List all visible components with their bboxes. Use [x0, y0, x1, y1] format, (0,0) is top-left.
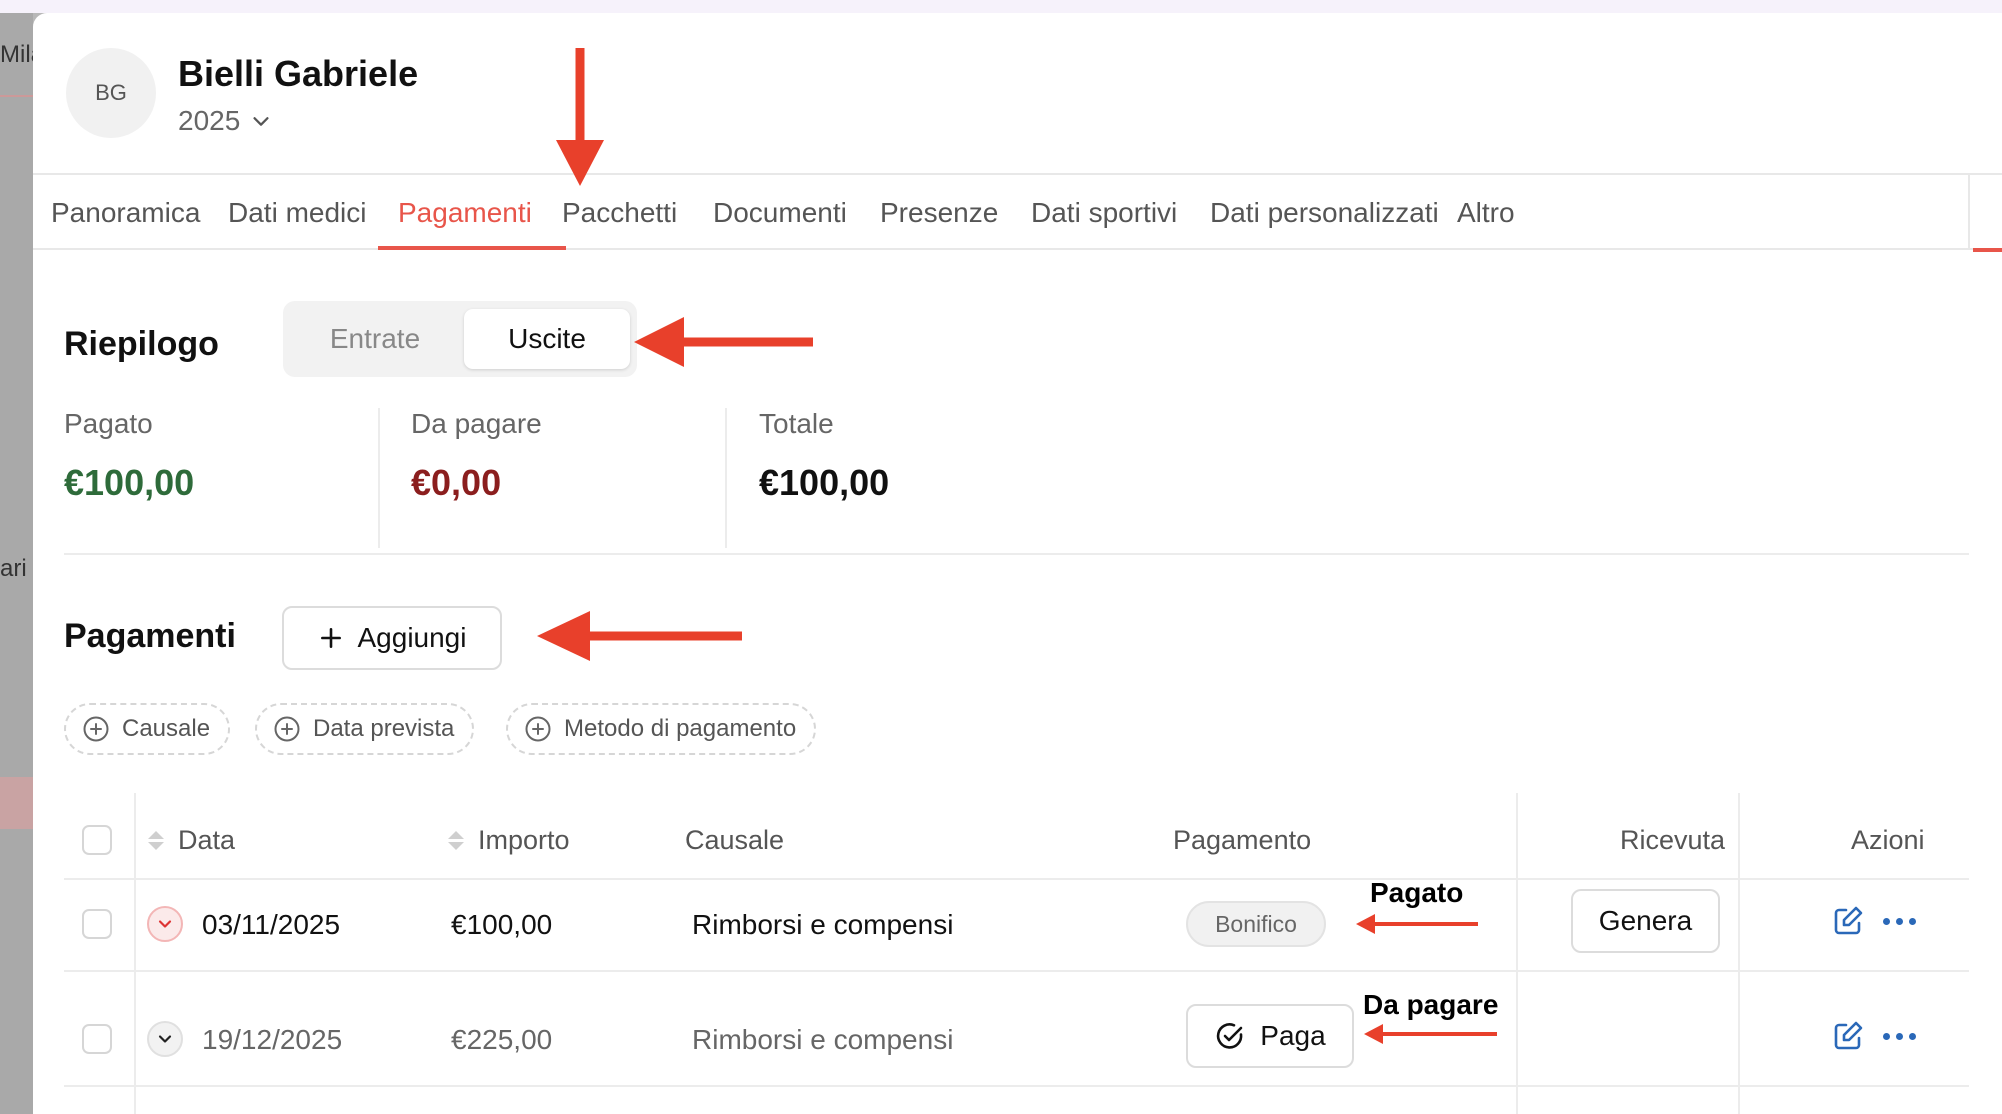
tab-divider [1968, 175, 1970, 250]
year-value: 2025 [178, 105, 241, 136]
column-header-causale: Causale [685, 824, 785, 855]
row-reason: Rimborsi e compensi [692, 909, 954, 940]
stat-total-label: Totale [759, 408, 834, 439]
row-date: 03/11/2025 [202, 909, 341, 940]
pay-button[interactable]: Paga [1186, 1004, 1354, 1068]
payment-method-badge: Bonifico [1186, 901, 1326, 947]
payments-title: Pagamenti [64, 617, 236, 655]
income-expense-toggle: Entrate Uscite [283, 301, 637, 377]
column-header-data-label: Data [178, 824, 236, 855]
tab-overflow-indicator [1973, 248, 2002, 252]
more-actions-icon[interactable] [1883, 1033, 1916, 1040]
generate-receipt-button[interactable]: Genera [1571, 889, 1720, 953]
filter-metodo-pagamento-label: Metodo di pagamento [564, 715, 797, 742]
stat-due-label: Da pagare [411, 408, 542, 439]
column-header-ricevuta: Ricevuta [1620, 824, 1726, 855]
select-all-checkbox[interactable] [82, 825, 112, 855]
athlete-name: Bielli Gabriele [178, 53, 419, 94]
sort-icon [148, 830, 164, 850]
more-actions-icon[interactable] [1883, 918, 1916, 925]
chevron-down-icon [253, 117, 269, 126]
table-column-divider [1738, 793, 1740, 1114]
stat-paid-label: Pagato [64, 408, 153, 439]
background-page: Mila ari [0, 13, 44, 1114]
tab-documenti[interactable]: Documenti [713, 175, 847, 250]
stat-total: Totale €100,00 [759, 408, 889, 548]
stat-due-value: €0,00 [411, 462, 502, 503]
check-circle-icon [1217, 1023, 1243, 1049]
stat-divider [378, 408, 380, 548]
edit-icon[interactable] [1830, 903, 1866, 939]
background-divider [0, 95, 33, 97]
athlete-detail-panel: BG Bielli Gabriele 2025 Panoramica Dati … [33, 13, 2002, 1114]
toggle-uscite[interactable]: Uscite [464, 309, 630, 369]
add-payment-button[interactable]: Aggiungi [282, 606, 502, 670]
tab-altro[interactable]: Altro [1457, 175, 1515, 250]
table-column-divider [1516, 793, 1518, 1114]
row-reason: Rimborsi e compensi [692, 1024, 954, 1055]
filter-data-prevista-label: Data prevista [313, 715, 455, 742]
tab-pacchetti[interactable]: Pacchetti [562, 175, 677, 250]
row-checkbox[interactable] [82, 909, 112, 939]
background-top-strip [0, 0, 2002, 13]
chevron-down-icon [158, 1035, 172, 1043]
section-divider [64, 553, 1969, 555]
chevron-down-icon [158, 920, 172, 928]
table-column-divider [134, 793, 136, 1114]
filter-causale-label: Causale [122, 715, 211, 742]
stat-paid-value: €100,00 [64, 462, 195, 503]
avatar: BG [66, 48, 156, 138]
annotation-paid: Pagato [1370, 877, 1464, 908]
column-header-importo-label: Importo [478, 824, 570, 855]
table-row-divider [64, 970, 1969, 972]
plus-icon [320, 628, 341, 648]
column-header-importo[interactable]: Importo [448, 813, 570, 867]
tab-presenze[interactable]: Presenze [880, 175, 998, 250]
stat-paid: Pagato €100,00 [64, 408, 194, 548]
tab-bar: Panoramica Dati medici Pagamenti Pacchet… [33, 173, 2002, 252]
annotation-unpaid: Da pagare [1363, 989, 1499, 1020]
table-row-divider [64, 1085, 1969, 1087]
active-tab-indicator [378, 246, 566, 250]
filter-data-prevista[interactable]: Data prevista [255, 703, 475, 755]
edit-icon[interactable] [1830, 1018, 1866, 1054]
tab-dati-sportivi[interactable]: Dati sportivi [1031, 175, 1177, 250]
summary-title: Riepilogo [64, 325, 219, 363]
plus-circle-icon [83, 716, 109, 742]
stat-divider [725, 408, 727, 548]
tab-panoramica[interactable]: Panoramica [51, 175, 200, 250]
year-selector[interactable]: 2025 [178, 105, 272, 137]
stat-due: Da pagare €0,00 [411, 408, 542, 548]
filter-metodo-pagamento[interactable]: Metodo di pagamento [506, 703, 817, 755]
column-header-azioni: Azioni [1851, 824, 1925, 855]
background-text-fragment: ari [0, 555, 27, 582]
column-header-pagamento: Pagamento [1173, 824, 1312, 855]
row-date: 19/12/2025 [202, 1024, 343, 1055]
expand-row-button[interactable] [147, 906, 183, 942]
tab-dati-personalizzati[interactable]: Dati personalizzati [1210, 175, 1439, 250]
pay-button-label: Paga [1260, 1020, 1326, 1051]
filter-causale[interactable]: Causale [64, 703, 231, 755]
plus-circle-icon [274, 716, 300, 742]
add-payment-label: Aggiungi [357, 622, 467, 653]
toggle-entrate[interactable]: Entrate [291, 309, 459, 369]
expand-row-button[interactable] [147, 1021, 183, 1057]
row-amount: €100,00 [451, 909, 553, 940]
table-row-divider [64, 878, 1969, 880]
tab-dati-medici[interactable]: Dati medici [228, 175, 366, 250]
row-amount: €225,00 [451, 1024, 553, 1055]
plus-circle-icon [525, 716, 551, 742]
column-header-data[interactable]: Data [148, 813, 235, 867]
tab-pagamenti[interactable]: Pagamenti [398, 175, 532, 250]
stat-total-value: €100,00 [759, 462, 890, 503]
sort-icon [448, 830, 464, 850]
background-highlight [0, 777, 33, 829]
row-checkbox[interactable] [82, 1024, 112, 1054]
